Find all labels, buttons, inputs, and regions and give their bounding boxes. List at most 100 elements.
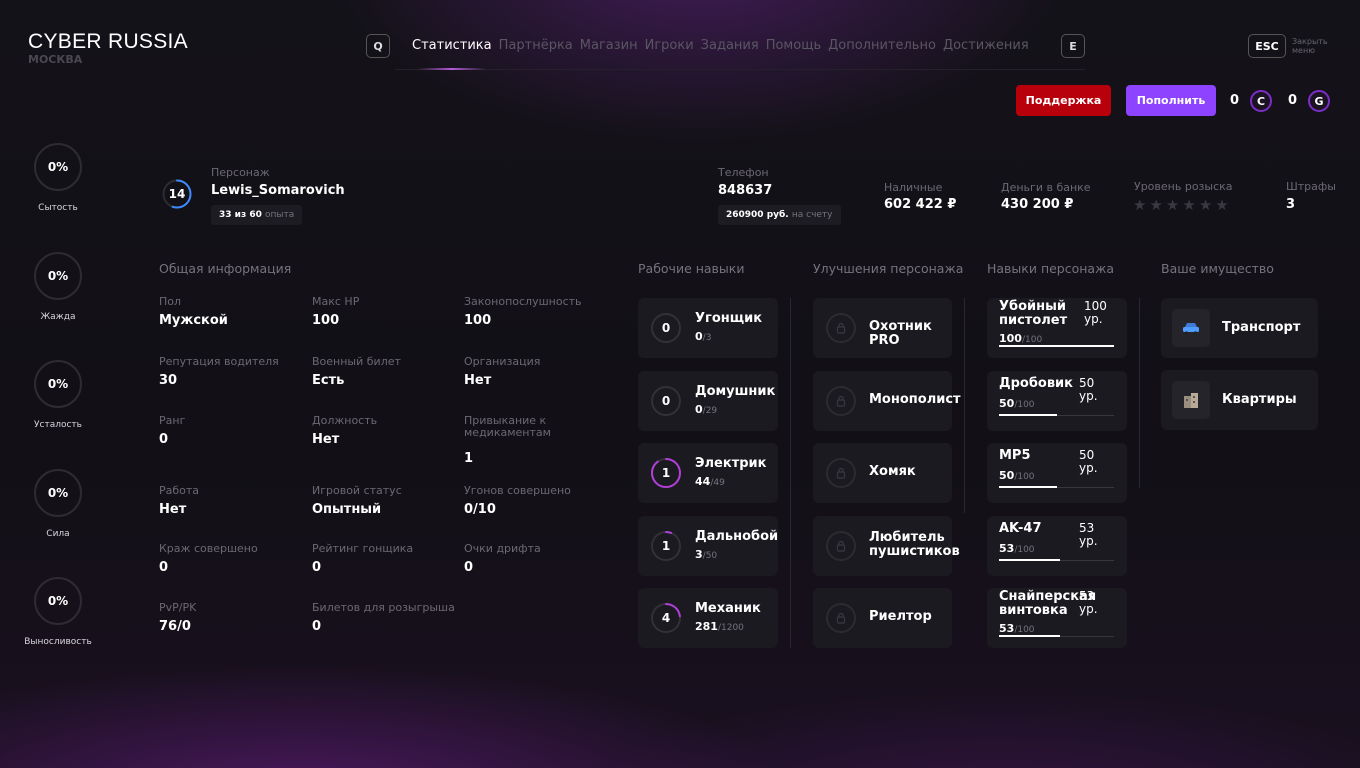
work-level-ring: 1 <box>651 458 681 488</box>
support-button[interactable]: Поддержка <box>1016 85 1111 116</box>
work-skill-card[interactable]: 1 Электрик 44/49 <box>638 443 778 503</box>
skill-card[interactable]: Убойный пистолет 100 ур. 100/100 <box>987 298 1127 358</box>
skill-card[interactable]: Дробовик 50 ур. 50/100 <box>987 370 1127 431</box>
esc-button[interactable]: ESC <box>1248 34 1286 58</box>
need-label: Усталость <box>34 420 82 430</box>
need-label: Сытость <box>38 203 78 213</box>
info-label: Пол <box>159 295 182 308</box>
tab-extra[interactable]: Дополнительно <box>828 38 936 53</box>
skill-progress: 50/100 <box>999 469 1035 482</box>
nav-active-indicator <box>418 68 486 70</box>
star-icon: ★ <box>1182 196 1196 214</box>
star-icon: ★ <box>1149 196 1163 214</box>
work-level: 0 <box>661 321 671 335</box>
skill-progress: 53/100 <box>999 542 1035 555</box>
upgrade-card[interactable]: Хомяк <box>813 443 952 503</box>
topup-button[interactable]: Пополнить <box>1126 85 1216 116</box>
info-label: Макс HP <box>312 295 360 308</box>
lock-icon <box>826 385 856 416</box>
work-progress-max: /50 <box>702 550 718 561</box>
work-skill-card[interactable]: 0 Угонщик 0/3 <box>638 298 778 358</box>
skill-progress-cur: 50 <box>999 396 1015 410</box>
cash-value: 602 422 ₽ <box>884 197 957 212</box>
upgrade-name: Хомяк <box>869 464 916 479</box>
skill-card[interactable]: MP5 50 ур. 50/100 <box>987 443 1127 503</box>
skill-level: 53 ур. <box>1079 589 1098 616</box>
work-progress: 0/29 <box>695 403 717 416</box>
upgrade-card[interactable]: Охотник PRO <box>813 298 952 358</box>
column-divider <box>1139 298 1140 488</box>
work-level-ring: 1 <box>651 530 681 561</box>
g-coin-icon: G <box>1308 90 1330 112</box>
skill-card[interactable]: Снайперская винтовка 53 ур. 53/100 <box>987 588 1127 648</box>
property-card[interactable]: Транспорт <box>1161 298 1318 358</box>
phone-balance-badge: 260900 руб. на счету <box>718 205 841 225</box>
work-progress: 0/3 <box>695 330 711 343</box>
work-skill-name: Механик <box>695 601 761 616</box>
skill-level: 50 ур. <box>1079 375 1098 403</box>
skill-progress: 100/100 <box>999 332 1042 345</box>
info-value: Есть <box>312 373 345 388</box>
info-value: Нет <box>464 373 492 388</box>
tab-partner[interactable]: Партнёрка <box>499 38 573 53</box>
exp-value: 33 из 60 <box>219 210 262 220</box>
need-ring: 0% <box>34 143 82 191</box>
need-label: Жажда <box>40 311 76 322</box>
skill-card[interactable]: AK-47 53 ур. 53/100 <box>987 515 1127 576</box>
info-value: 30 <box>159 373 178 388</box>
work-skill-name: Электрик <box>695 456 767 471</box>
skill-bar-fill <box>999 635 1060 637</box>
star-icon: ★ <box>1198 196 1213 214</box>
work-skill-card[interactable]: 4 Механик 281/1200 <box>638 588 778 648</box>
work-level-ring: 4 <box>651 603 681 633</box>
skill-progress-max: /100 <box>1014 544 1035 555</box>
character-label: Персонаж <box>211 166 270 179</box>
upgrade-name: Охотник PRO <box>869 319 932 348</box>
tab-shop[interactable]: Магазин <box>580 38 638 53</box>
tab-players[interactable]: Игроки <box>645 38 694 53</box>
tab-statistics[interactable]: Статистика <box>412 38 492 53</box>
property-card[interactable]: Квартиры <box>1161 370 1318 430</box>
work-skill-card[interactable]: 0 Домушник 0/29 <box>638 370 778 431</box>
tab-quests[interactable]: Задания <box>701 38 759 53</box>
work-progress-max: /3 <box>702 333 712 343</box>
info-value: 100 <box>464 313 492 328</box>
upgrade-card[interactable]: Риелтор <box>813 588 952 648</box>
info-value: 100 <box>312 313 340 328</box>
info-value: 0 <box>312 560 322 575</box>
nav-prev-key[interactable]: Q <box>366 34 390 58</box>
star-icon: ★ <box>1133 196 1147 214</box>
info-label: Законопослушность <box>464 295 582 308</box>
skill-progress-max: /100 <box>1014 472 1035 482</box>
need-label: Сила <box>46 528 70 539</box>
info-value: 0 <box>159 560 169 575</box>
main-nav: Статистика Партнёрка Магазин Игроки Зада… <box>412 38 1036 53</box>
work-progress-max: /29 <box>702 405 718 416</box>
upgrade-card[interactable]: Любитель пушистиков <box>813 515 960 576</box>
work-level: 0 <box>661 393 671 408</box>
nav-next-key[interactable]: E <box>1061 34 1085 58</box>
info-label: Привыкание к медикаментам <box>464 414 551 439</box>
need-ring: 0% <box>34 577 82 625</box>
skill-level: 100 ур. <box>1084 299 1107 326</box>
skill-progress-max: /100 <box>1014 625 1035 635</box>
property-name: Квартиры <box>1222 392 1297 407</box>
phone-balance-unit: на счету <box>791 210 833 220</box>
work-progress-cur: 0 <box>695 402 703 416</box>
info-label: Краж совершено <box>159 542 258 555</box>
section-property: Ваше имущество <box>1161 261 1274 276</box>
skill-level: 53 ур. <box>1079 520 1098 548</box>
work-skill-card[interactable]: 1 Дальнобой 3/50 <box>638 515 778 576</box>
info-label: Ранг <box>159 414 186 427</box>
cash-label: Наличные <box>884 181 943 194</box>
skill-progress-cur: 53 <box>999 622 1015 635</box>
star-icon: ★ <box>1215 196 1229 214</box>
work-progress-max: /1200 <box>717 623 744 633</box>
app-logo: CYBER RUSSIA <box>28 30 188 53</box>
exp-badge: 33 из 60 опыта <box>211 205 303 225</box>
tab-achievements[interactable]: Достижения <box>943 38 1029 53</box>
upgrade-card[interactable]: Монополист <box>813 370 961 431</box>
info-label: Работа <box>159 484 200 497</box>
skill-progress-max: /100 <box>1014 399 1035 410</box>
tab-help[interactable]: Помощь <box>766 38 821 53</box>
